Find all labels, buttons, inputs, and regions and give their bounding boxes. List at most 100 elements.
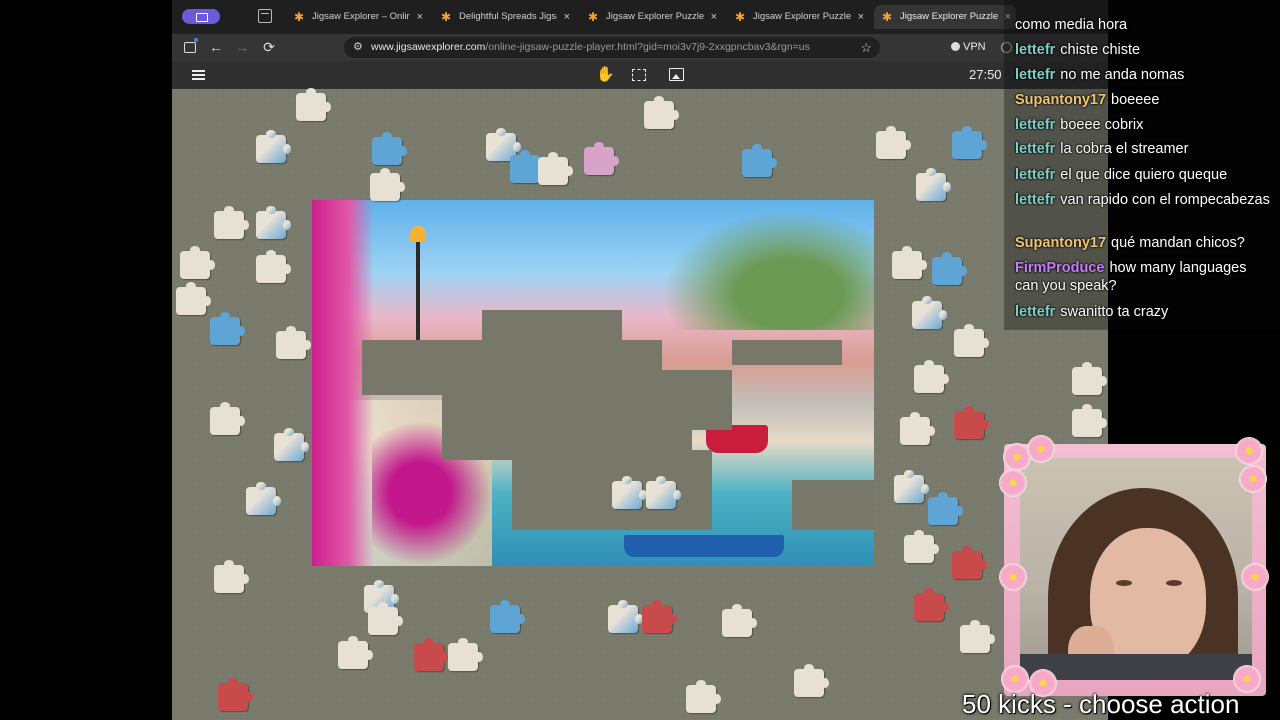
flower-decoration [1240, 466, 1266, 492]
loose-piece[interactable] [644, 96, 679, 129]
chat-message: lettefr la cobra el streamer [1015, 140, 1273, 158]
close-tab-icon[interactable]: × [564, 5, 570, 29]
chat-message: lettefr van rapido con el rompecabezas [1015, 191, 1273, 209]
jigsaw-app[interactable]: ✋ 27:50 [172, 61, 1108, 720]
loose-piece[interactable] [368, 602, 403, 635]
loose-piece[interactable] [876, 126, 911, 159]
chat-text: swanitto ta crazy [1060, 304, 1169, 320]
loose-piece[interactable] [916, 168, 951, 201]
address-bar[interactable]: ⚙ www.jigsawexplorer.com/online-jigsaw-p… [344, 37, 880, 58]
loose-piece[interactable] [904, 530, 939, 563]
tab-puzzle-player-2[interactable]: ✱ Jigsaw Explorer Puzzle Play × [727, 5, 869, 29]
loose-piece[interactable] [932, 252, 967, 285]
loose-piece[interactable] [176, 282, 211, 315]
loose-piece[interactable] [246, 482, 281, 515]
loose-piece[interactable] [256, 130, 291, 163]
tab-delightful-spreads[interactable]: ✱ Delightful Spreads Jigsaw P × [433, 5, 575, 29]
chat-username: lettefr [1015, 192, 1056, 208]
loose-piece[interactable] [372, 132, 407, 165]
preview-image-icon[interactable] [669, 68, 684, 81]
loose-piece[interactable] [276, 326, 311, 359]
chat-message: lettefr chiste chiste [1015, 41, 1273, 59]
loose-piece[interactable] [218, 678, 253, 711]
chat-username: lettefr [1015, 117, 1056, 133]
site-info-icon[interactable]: ⚙ [353, 37, 363, 58]
loose-piece[interactable] [742, 144, 777, 177]
chat-text: la cobra el streamer [1060, 141, 1189, 157]
sidebar-toggle-icon[interactable] [184, 38, 198, 53]
loose-piece[interactable] [1072, 404, 1107, 437]
loose-piece[interactable] [180, 246, 215, 279]
loose-piece[interactable] [338, 636, 373, 669]
chat-text: boeeee [1111, 92, 1160, 108]
stream-chat-overlay: como media hora lettefr chiste chiste let… [1004, 0, 1280, 330]
loose-piece[interactable] [584, 142, 619, 175]
loose-piece[interactable] [256, 206, 291, 239]
bookmark-star-icon[interactable]: ☆ [860, 37, 872, 58]
vpn-button[interactable]: VPN [951, 34, 986, 61]
loose-piece[interactable] [914, 360, 949, 393]
flower-decoration [1004, 444, 1030, 470]
loose-piece[interactable] [370, 168, 405, 201]
loose-piece[interactable] [210, 312, 245, 345]
puzzle-toolbar: ✋ 27:50 [172, 61, 1108, 89]
loose-piece[interactable] [722, 604, 757, 637]
tab-puzzle-player-1[interactable]: ✱ Jigsaw Explorer Puzzle Play × [580, 5, 722, 29]
back-icon[interactable]: ← [206, 34, 226, 61]
loose-piece[interactable] [510, 150, 545, 183]
loose-piece[interactable] [794, 664, 829, 697]
flower-decoration [1000, 564, 1026, 590]
tab-puzzle-player-active[interactable]: ✱ Jigsaw Explorer Puzzle Play × [874, 5, 1016, 29]
flower-decoration [1236, 438, 1262, 464]
close-tab-icon[interactable]: × [417, 5, 423, 29]
loose-piece[interactable] [894, 470, 929, 503]
loose-piece[interactable] [256, 250, 291, 283]
loose-piece[interactable] [954, 324, 989, 357]
loose-piece[interactable] [912, 296, 947, 329]
tab-jigsaw-explorer-online[interactable]: ✱ Jigsaw Explorer – Online Jig × [286, 5, 428, 29]
puzzle-gap [482, 310, 622, 350]
loose-piece[interactable] [538, 152, 573, 185]
loose-piece[interactable] [214, 206, 249, 239]
loose-piece[interactable] [686, 680, 721, 713]
loose-piece[interactable] [210, 402, 245, 435]
loose-piece[interactable] [952, 546, 987, 579]
puzzle-gap [792, 480, 874, 530]
loose-piece[interactable] [914, 588, 949, 621]
forward-icon[interactable]: → [232, 34, 252, 61]
selection-box-icon[interactable] [632, 69, 646, 81]
tab-label: Jigsaw Explorer Puzzle Play [900, 11, 998, 22]
close-tab-icon[interactable]: × [858, 5, 864, 29]
loose-piece[interactable] [608, 600, 643, 633]
puzzle-favicon-icon: ✱ [441, 10, 452, 24]
loose-piece[interactable] [892, 246, 927, 279]
loose-piece[interactable] [214, 560, 249, 593]
flower-decoration [1242, 564, 1268, 590]
loose-piece[interactable] [274, 428, 309, 461]
loose-piece[interactable] [612, 476, 647, 509]
loose-piece[interactable] [928, 492, 963, 525]
loose-piece[interactable] [960, 620, 995, 653]
loose-piece[interactable] [952, 126, 987, 159]
puzzle-board[interactable] [312, 200, 874, 566]
loose-piece[interactable] [954, 406, 989, 439]
loose-piece[interactable] [296, 88, 331, 121]
loose-piece[interactable] [900, 412, 935, 445]
puzzle-timer: 27:50 [969, 67, 1002, 82]
loose-piece[interactable] [642, 600, 677, 633]
hamburger-menu-icon[interactable] [192, 70, 205, 80]
profile-button[interactable] [182, 9, 220, 24]
loose-piece[interactable] [646, 476, 681, 509]
puzzle-gap [732, 340, 842, 365]
loose-piece[interactable] [448, 638, 483, 671]
loose-piece[interactable] [490, 600, 525, 633]
chat-username: lettefr [1015, 167, 1056, 183]
reload-icon[interactable]: ⟳ [259, 34, 279, 61]
close-tab-icon[interactable]: × [711, 5, 717, 29]
tab-search-icon[interactable] [258, 9, 272, 23]
loose-piece[interactable] [1072, 362, 1107, 395]
hand-pan-icon[interactable]: ✋ [596, 65, 615, 85]
url-text[interactable]: www.jigsawexplorer.com/online-jigsaw-puz… [371, 37, 810, 58]
loose-piece[interactable] [414, 638, 449, 671]
chat-message: lettefr boeee cobrix [1015, 116, 1273, 134]
